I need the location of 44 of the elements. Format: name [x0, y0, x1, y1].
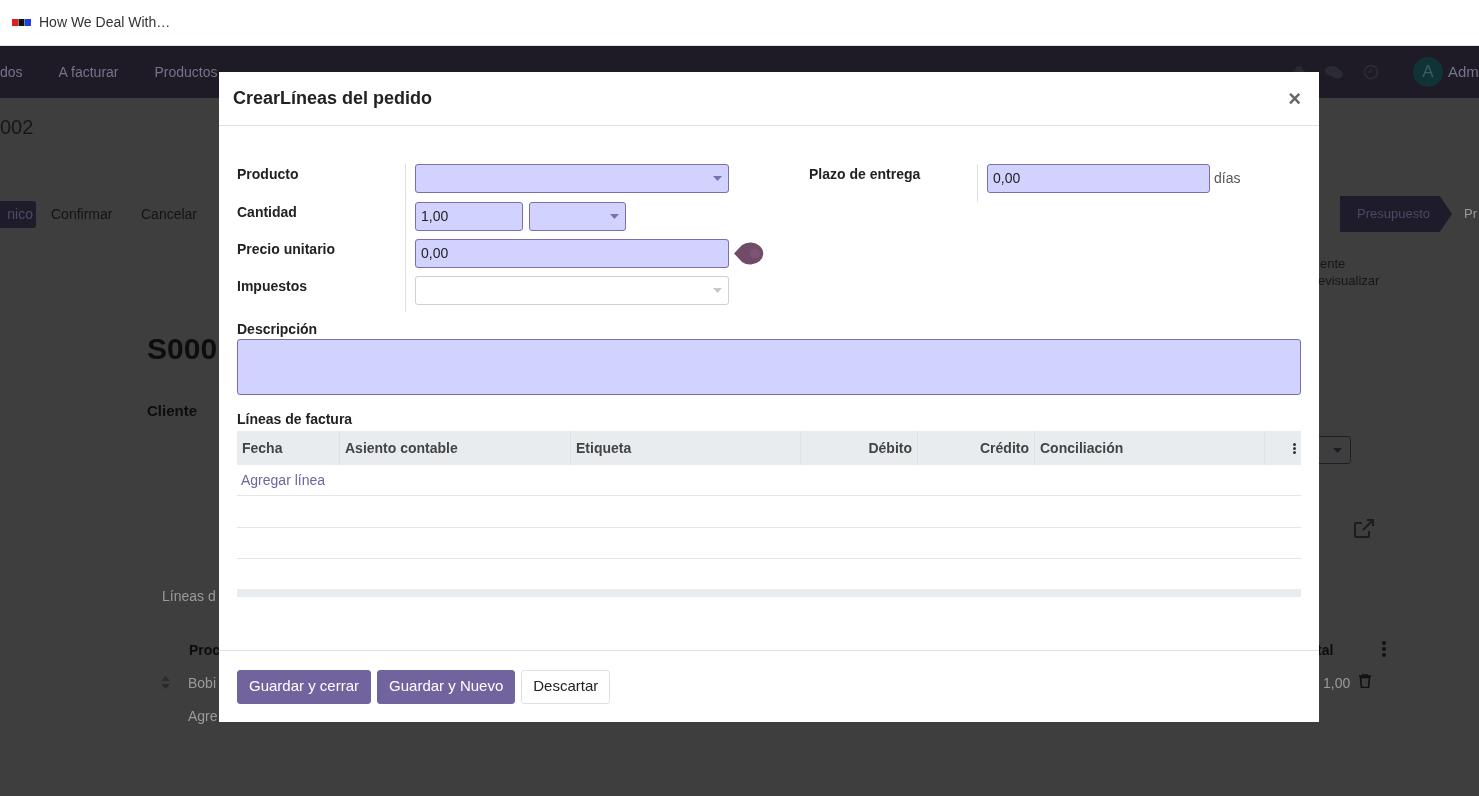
user-name[interactable]: Adm	[1448, 61, 1479, 84]
column-header[interactable]: Crédito	[918, 431, 1035, 465]
section-title: Líneas de factura	[237, 410, 354, 429]
trash-icon[interactable]	[1359, 674, 1371, 688]
column-header[interactable]: Conciliación	[1035, 431, 1265, 465]
field-label: Plazo de entrega	[809, 165, 922, 184]
select-field[interactable]	[415, 164, 729, 193]
status-stage[interactable]: Pr	[1464, 196, 1477, 232]
kebab-icon[interactable]	[1293, 442, 1296, 454]
tab-title[interactable]: How We Deal With…	[39, 12, 171, 33]
table-cell-text: Bobi	[188, 674, 217, 693]
description-field[interactable]	[237, 339, 1301, 395]
column-header[interactable]: Débito	[801, 431, 918, 465]
action-button[interactable]: Descartar	[521, 669, 611, 704]
tab-label[interactable]: Líneas d	[162, 586, 216, 607]
table-cell-text: 1,00	[1323, 674, 1351, 693]
add-line-link[interactable]: Agre	[188, 706, 218, 727]
column-header[interactable]: Etiqueta	[571, 431, 801, 465]
input-field[interactable]: 0,00	[987, 164, 1210, 193]
input-field[interactable]: 1,00	[415, 202, 523, 231]
nav-item[interactable]: A facturar	[58, 61, 119, 83]
input-field[interactable]: 0,00	[415, 239, 729, 268]
column-header[interactable]: Asiento contable	[340, 431, 571, 465]
action-button[interactable]: Guardar y Nuevo	[377, 669, 516, 704]
favicon-icon	[12, 19, 31, 26]
close-button[interactable]: ×	[1284, 87, 1305, 110]
caret-icon[interactable]	[610, 214, 619, 219]
nav-item[interactable]: Productos	[154, 61, 218, 83]
field-label: Descripción	[237, 320, 319, 339]
field-label: Cantidad	[237, 203, 298, 222]
caret-icon[interactable]	[713, 288, 722, 293]
caret-icon[interactable]	[713, 176, 722, 181]
select-field[interactable]	[529, 202, 626, 231]
nav-item[interactable]: dos	[0, 61, 23, 83]
add-line-link[interactable]: Agregar línea	[241, 469, 326, 491]
field-label: Impuestos	[237, 277, 308, 296]
caret-icon[interactable]	[1333, 447, 1342, 453]
field-label: Precio unitario	[237, 240, 337, 259]
column-header[interactable]: Fecha	[237, 431, 340, 465]
field-label: Producto	[237, 165, 300, 184]
action-button[interactable]: Guardar y cerrar	[237, 669, 372, 704]
unit-label: días	[1214, 169, 1241, 188]
external-link-icon[interactable]	[1353, 519, 1375, 539]
dialog-title: CrearLíneas del pedido	[233, 87, 433, 110]
